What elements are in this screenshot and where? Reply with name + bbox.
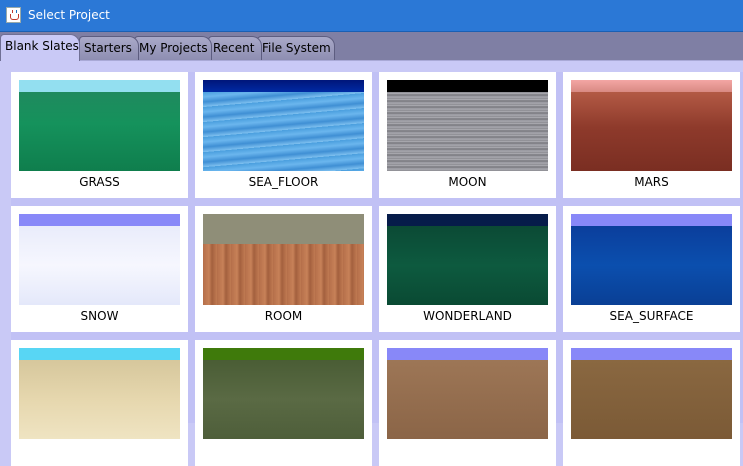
dirt-thumbnail (387, 348, 548, 439)
tab-my-projects[interactable]: My Projects (134, 36, 212, 60)
tab-label: File System (262, 41, 331, 55)
tab-file-system[interactable]: File System (257, 36, 335, 60)
title-bar: Select Project (0, 0, 743, 32)
tab-label: Recent (213, 41, 255, 55)
template-label: GRASS (79, 175, 120, 189)
snow-thumbnail (19, 214, 180, 305)
template-label: ROOM (264, 309, 303, 323)
room-thumbnail (203, 214, 364, 305)
template-card-grass[interactable]: GRASS (11, 72, 188, 198)
template-label: SNOW (80, 309, 119, 323)
tab-label: My Projects (139, 41, 208, 55)
desert-thumbnail (19, 348, 180, 439)
mars-thumbnail (571, 80, 732, 171)
template-label: MARS (634, 175, 669, 189)
swamp-thumbnail (203, 348, 364, 439)
tab-blank-slates[interactable]: Blank Slates (0, 34, 80, 61)
tab-label: Starters (84, 41, 132, 55)
java-app-icon (6, 7, 21, 23)
template-card-mars[interactable]: MARS (563, 72, 740, 198)
sea-floor-thumbnail (203, 80, 364, 171)
window-title: Select Project (28, 8, 110, 22)
template-card-sea-surface[interactable]: SEA_SURFACE (563, 206, 740, 332)
wonderland-thumbnail (387, 214, 548, 305)
template-card-wonderland[interactable]: WONDERLAND (379, 206, 556, 332)
template-card-desert[interactable] (11, 340, 188, 466)
brown-ground-thumbnail (571, 348, 732, 439)
template-card-dirt[interactable] (379, 340, 556, 466)
tab-starters[interactable]: Starters (79, 36, 139, 60)
template-card-swamp[interactable] (195, 340, 372, 466)
sea-surface-thumbnail (571, 214, 732, 305)
tab-content: GRASS SEA_FLOOR MOON MARS SNOW ROOM WOND… (0, 60, 743, 466)
template-grid: GRASS SEA_FLOOR MOON MARS SNOW ROOM WOND… (11, 72, 743, 466)
tab-strip: File System Recent My Projects Starters … (0, 32, 743, 61)
template-card-room[interactable]: ROOM (195, 206, 372, 332)
template-card-brown-ground[interactable] (563, 340, 740, 466)
moon-thumbnail (387, 80, 548, 171)
template-label: SEA_SURFACE (609, 309, 694, 323)
template-card-sea-floor[interactable]: SEA_FLOOR (195, 72, 372, 198)
tab-recent[interactable]: Recent (208, 36, 262, 60)
template-label: WONDERLAND (423, 309, 512, 323)
template-card-snow[interactable]: SNOW (11, 206, 188, 332)
template-label: MOON (448, 175, 487, 189)
tab-label: Blank Slates (5, 39, 79, 53)
template-label: SEA_FLOOR (248, 175, 319, 189)
template-card-moon[interactable]: MOON (379, 72, 556, 198)
grass-thumbnail (19, 80, 180, 171)
